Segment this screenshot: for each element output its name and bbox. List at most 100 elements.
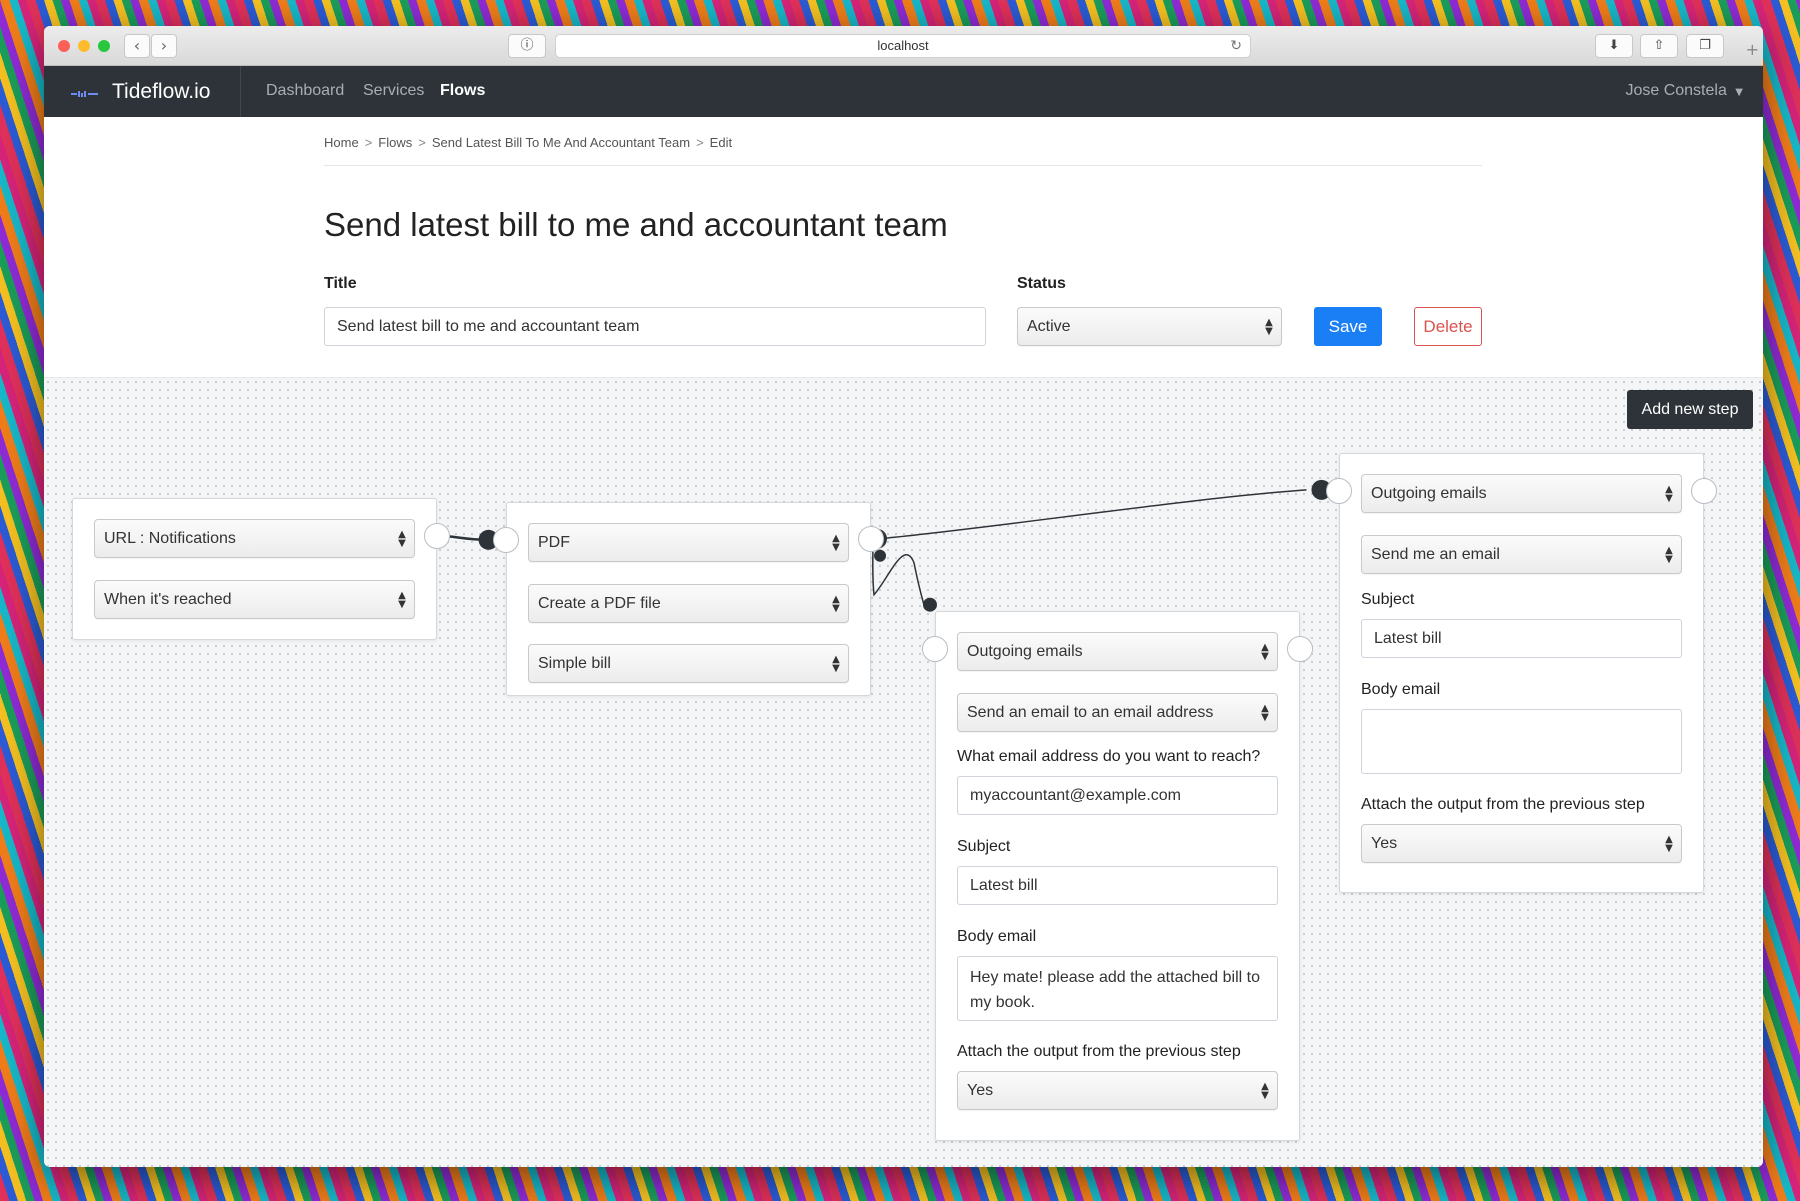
breadcrumb: Home > Flows > Send Latest Bill To Me And Ac… [324,135,733,150]
subject-label: Subject [1361,591,1415,608]
close-window-button[interactable] [58,40,70,52]
breadcrumb-edit: Edit [709,135,733,150]
nav-divider [240,66,241,117]
port-anchor [874,549,887,562]
connector-2-4 [878,489,1307,540]
event-value: When it's reached [104,591,232,608]
attach-output-label: Attach the output from the previous step [957,1043,1241,1060]
service-select[interactable]: URL : Notifications ▲ ▼ [94,519,415,558]
event-select[interactable]: When it's reached ▲ ▼ [94,580,415,619]
minimize-window-button[interactable] [78,40,90,52]
flow-canvas[interactable]: Add new step URL : Notifications ▲ ▼ When… [44,377,1763,1167]
breadcrumb-flow[interactable]: Send Latest Bill To Me And Accountant Te… [432,135,690,150]
nav-link-services[interactable]: Services [363,82,424,100]
title-input[interactable] [324,307,986,346]
address-bar-text: localhost [877,38,929,53]
page-title: Send latest bill to me and accountant te… [324,206,948,243]
step-node-pdf[interactable]: PDF ▲ ▼ Create a PDF file ▲ ▼ Simple bill … [506,502,871,696]
status-select[interactable]: Active ▲ ▼ [1017,307,1282,346]
email-address-label: What email address do you want to reach? [957,748,1261,765]
attach-output-value: Yes [1371,835,1398,852]
add-new-step-button[interactable]: Add new step [1627,390,1753,429]
body-email-textarea[interactable]: Hey mate! please add the attached bill t… [957,956,1278,1021]
action-value: Send an email to an email address [967,704,1214,721]
attach-output-select[interactable]: Yes ▲ ▼ [1361,824,1682,863]
output-port[interactable] [858,526,884,552]
step-node-email-me[interactable]: Outgoing emails ▲ ▼ Send me an email ▲ ▼ S… [1339,453,1704,893]
site-info-icon[interactable]: ⓘ [508,34,546,58]
reload-icon[interactable]: ↻ [1230,35,1242,57]
service-value: Outgoing emails [1371,485,1487,502]
select-arrows-icon: ▲ ▼ [832,533,840,553]
action-select[interactable]: Create a PDF file ▲ ▼ [528,584,849,623]
maximize-window-button[interactable] [98,40,110,52]
new-tab-icon[interactable]: + [1746,40,1759,59]
breadcrumb-divider [324,165,1482,166]
forward-icon[interactable]: › [151,34,177,58]
input-port[interactable] [922,636,948,662]
service-select[interactable]: Outgoing emails ▲ ▼ [957,632,1278,671]
select-arrows-icon: ▲ ▼ [832,594,840,614]
nav-link-dashboard[interactable]: Dashboard [266,82,344,100]
select-arrows-icon: ▲ ▼ [1665,484,1673,504]
body-email-label: Body email [1361,681,1441,698]
app-navbar: Tideflow.io Dashboard Services Flows Jos… [44,66,1763,117]
select-arrows-icon: ▲ ▼ [398,590,406,610]
body-email-label: Body email [957,928,1037,945]
service-value: URL : Notifications [104,530,236,547]
step-node-trigger[interactable]: URL : Notifications ▲ ▼ When it's reached… [72,498,437,640]
template-select[interactable]: Simple bill ▲ ▼ [528,644,849,683]
input-port[interactable] [493,527,519,553]
subject-label: Subject [957,838,1011,855]
action-select[interactable]: Send an email to an email address ▲ ▼ [957,693,1278,732]
step-node-email-accountant[interactable]: Outgoing emails ▲ ▼ Send an email to an e… [935,611,1300,1141]
output-port[interactable] [1691,478,1717,504]
port-anchor [922,597,937,612]
select-arrows-icon: ▲ ▼ [1261,642,1269,662]
back-icon[interactable]: ‹ [124,34,150,58]
service-value: Outgoing emails [967,643,1083,660]
user-name: Jose Constela [1625,82,1727,99]
downloads-icon[interactable]: ⬇ [1595,34,1633,58]
share-icon[interactable]: ⇧ [1640,34,1678,58]
address-bar[interactable]: localhost ↻ [555,34,1251,58]
service-select[interactable]: Outgoing emails ▲ ▼ [1361,474,1682,513]
connector-2-3 [872,543,925,605]
select-arrows-icon: ▲ ▼ [1261,703,1269,723]
action-value: Send me an email [1371,546,1500,563]
select-arrows-icon: ▲ ▼ [1665,834,1673,854]
action-value: Create a PDF file [538,595,661,612]
save-button[interactable]: Save [1314,307,1382,346]
browser-window: ‹ › ⓘ localhost ↻ ⬇ ⇧ ❐ + Tideflow.io Da… [44,26,1763,1167]
delete-button[interactable]: Delete [1414,307,1482,346]
select-arrows-icon: ▲ ▼ [1265,317,1273,337]
subject-input[interactable] [957,866,1278,905]
input-port[interactable] [1326,478,1352,504]
user-menu[interactable]: Jose Constela ▼ [1625,82,1743,100]
brand-name[interactable]: Tideflow.io [112,80,210,104]
breadcrumb-home[interactable]: Home [324,135,359,150]
breadcrumb-flows[interactable]: Flows [378,135,412,150]
action-select[interactable]: Send me an email ▲ ▼ [1361,535,1682,574]
tabs-overview-icon[interactable]: ❐ [1686,34,1724,58]
subject-input[interactable] [1361,619,1682,658]
body-email-textarea[interactable] [1361,709,1682,774]
select-arrows-icon: ▲ ▼ [1665,545,1673,565]
nav-link-flows[interactable]: Flows [440,82,485,100]
select-arrows-icon: ▲ ▼ [1261,1081,1269,1101]
service-value: PDF [538,534,570,551]
browser-toolbar: ‹ › ⓘ localhost ↻ ⬇ ⇧ ❐ + [44,26,1763,66]
output-port[interactable] [1287,636,1313,662]
email-address-input[interactable] [957,776,1278,815]
title-label: Title [324,275,357,292]
output-port[interactable] [424,523,450,549]
attach-output-label: Attach the output from the previous step [1361,796,1645,813]
select-arrows-icon: ▲ ▼ [832,654,840,674]
service-select[interactable]: PDF ▲ ▼ [528,523,849,562]
attach-output-value: Yes [967,1082,994,1099]
status-value: Active [1027,318,1071,335]
status-label: Status [1017,275,1066,292]
template-value: Simple bill [538,655,611,672]
wave-logo-icon [71,91,98,97]
attach-output-select[interactable]: Yes ▲ ▼ [957,1071,1278,1110]
